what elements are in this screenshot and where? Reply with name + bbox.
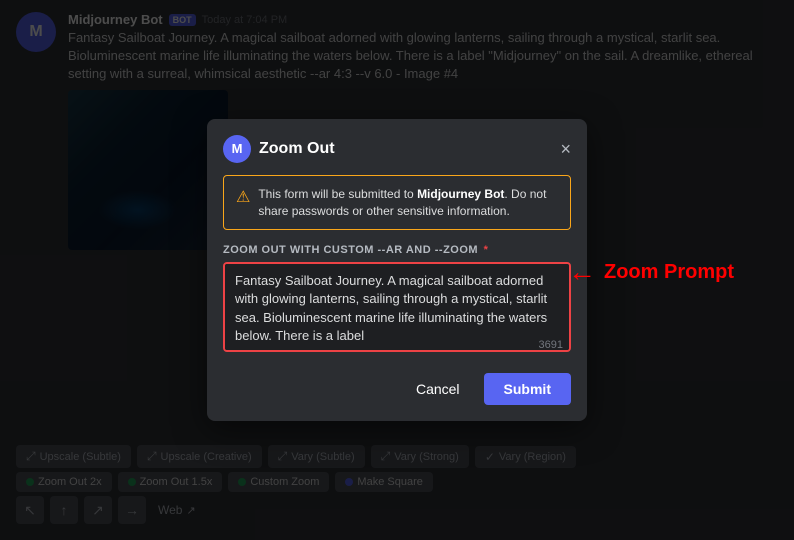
cancel-button[interactable]: Cancel: [400, 373, 476, 405]
modal-title-wrap: M Zoom Out: [223, 135, 335, 163]
field-label: ZOOM OUT WITH CUSTOM --AR AND --ZOOM *: [223, 244, 571, 256]
warning-text: This form will be submitted to Midjourne…: [258, 186, 558, 220]
modal-title: Zoom Out: [259, 140, 335, 158]
annotation-wrap: ← Zoom Prompt: [568, 258, 734, 286]
char-count: 3691: [539, 339, 563, 351]
annotation-label: Zoom Prompt: [604, 261, 734, 284]
warning-icon: ⚠: [236, 187, 250, 207]
textarea-wrap: Fantasy Sailboat Journey. A magical sail…: [223, 262, 571, 357]
warning-box: ⚠ This form will be submitted to Midjour…: [223, 175, 571, 231]
prompt-textarea[interactable]: Fantasy Sailboat Journey. A magical sail…: [223, 262, 571, 352]
submit-button[interactable]: Submit: [484, 373, 571, 405]
modal-close-button[interactable]: ×: [560, 140, 571, 158]
modal-header: M Zoom Out ×: [223, 135, 571, 163]
zoom-out-modal: M Zoom Out × ⚠ This form will be submitt…: [207, 119, 587, 422]
modal-footer: Cancel Submit: [223, 373, 571, 405]
annotation-arrow-icon: ←: [568, 258, 596, 286]
modal-avatar: M: [223, 135, 251, 163]
required-marker: *: [484, 244, 489, 256]
